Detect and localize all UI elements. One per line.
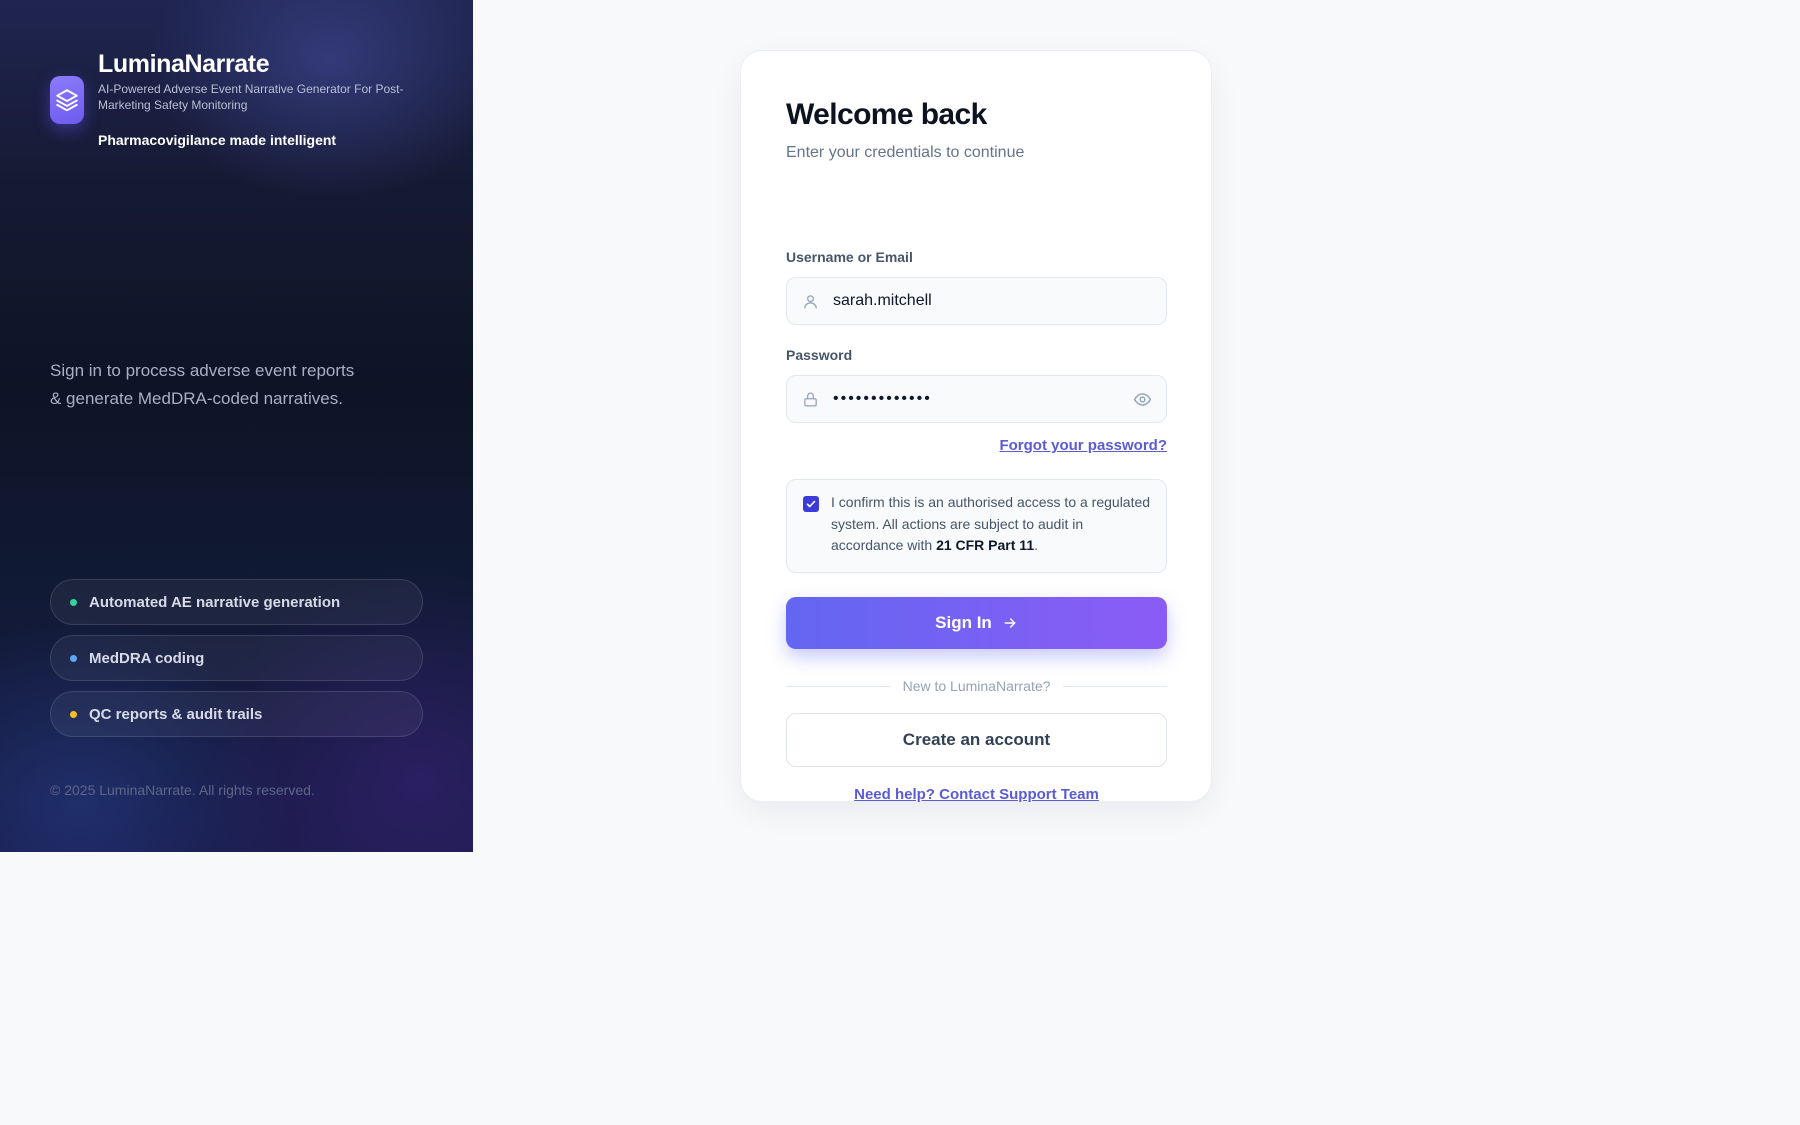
brand-description: AI-Powered Adverse Event Narrative Gener… — [98, 82, 404, 112]
layers-icon — [56, 89, 78, 112]
feature-pill: MedDRA coding — [50, 635, 423, 681]
divider-line — [1063, 685, 1168, 687]
feature-label: Automated AE narrative generation — [89, 593, 341, 611]
brand-panel: LuminaNarrate AI-Powered Adverse Event N… — [0, 0, 473, 852]
feature-pill: QC reports & audit trails — [50, 691, 423, 737]
arrow-right-icon — [1004, 618, 1016, 628]
feature-dot-amber — [70, 710, 77, 718]
divider-text: New to LuminaNarrate? — [902, 678, 1051, 694]
feature-pill: Automated AE narrative generation — [50, 579, 423, 625]
copyright: © 2025 LuminaNarrate. All rights reserve… — [50, 782, 315, 798]
page-title: Welcome back — [786, 98, 987, 131]
confirm-checkbox[interactable] — [803, 496, 819, 512]
user-icon — [787, 278, 833, 324]
password-field[interactable] — [786, 375, 1167, 423]
sign-in-button[interactable]: Sign In — [786, 597, 1167, 649]
feature-list: Automated AE narrative generation MedDRA… — [50, 579, 423, 737]
support-link[interactable]: Need help? Contact Support Team — [786, 786, 1167, 803]
divider-line — [786, 685, 890, 687]
logo — [50, 76, 84, 124]
brand-intro-line2: & generate MedDRA-coded narratives. — [50, 389, 343, 408]
login-card: Welcome back Enter your credentials to c… — [740, 50, 1212, 803]
feature-label: MedDRA coding — [89, 649, 205, 667]
forgot-password-link[interactable]: Forgot your password? — [999, 437, 1167, 454]
check-icon — [806, 500, 816, 508]
lock-icon — [787, 376, 833, 422]
brand-name: LuminaNarrate — [98, 50, 270, 78]
username-input[interactable] — [833, 278, 1166, 324]
confirm-text: I confirm this is an authorised access t… — [831, 492, 1153, 557]
brand-slogan: Pharmacovigilance made intelligent — [98, 132, 337, 148]
brand-intro: Sign in to process adverse event reports… — [50, 357, 390, 413]
password-label: Password — [786, 347, 853, 363]
username-field[interactable] — [786, 277, 1167, 325]
feature-dot-green — [70, 598, 77, 606]
confirm-box: I confirm this is an authorised access t… — [786, 479, 1167, 573]
feature-dot-blue — [70, 654, 77, 662]
password-input[interactable] — [833, 376, 1118, 422]
sign-in-label: Sign In — [935, 613, 992, 632]
create-account-button[interactable]: Create an account — [786, 713, 1167, 767]
divider: New to LuminaNarrate? — [786, 676, 1168, 696]
confirm-text-end: . — [1034, 537, 1039, 553]
username-label: Username or Email — [786, 249, 913, 265]
regulation-reference: 21 CFR Part 11 — [936, 537, 1035, 553]
page-subtitle: Enter your credentials to continue — [786, 144, 1025, 161]
feature-label: QC reports & audit trails — [89, 705, 263, 723]
eye-icon[interactable] — [1118, 376, 1166, 422]
brand-intro-line1: Sign in to process adverse event reports — [50, 361, 355, 380]
